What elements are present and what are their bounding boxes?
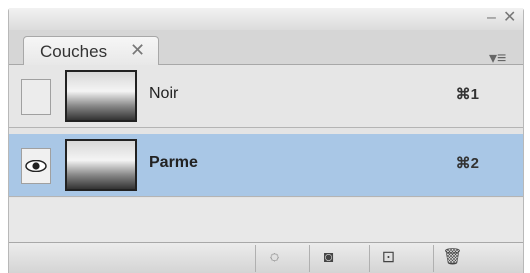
new-channel-icon[interactable]: ⊡ [369, 245, 407, 272]
channels-panel: – ✕ Couches ✕ ▾≡ Noir ⌘1 Parme ⌘2 ◌ ◙ ⊡ … [8, 8, 524, 273]
panel-footer: ◌ ◙ ⊡ 🗑 [9, 242, 523, 273]
layer-thumbnail [65, 139, 137, 191]
layer-shortcut: ⌘2 [455, 155, 479, 172]
save-selection-icon[interactable]: ◙ [309, 245, 347, 272]
minimize-icon[interactable]: – [487, 10, 496, 26]
layers-empty-area [9, 198, 523, 242]
layer-name: Noir [149, 85, 179, 102]
layer-row[interactable]: Noir ⌘1 [9, 65, 523, 128]
tab-strip: Couches ✕ ▾≡ [9, 30, 523, 67]
tab-couches[interactable]: Couches ✕ [23, 36, 159, 65]
panel-titlebar[interactable]: – ✕ [9, 8, 523, 30]
trash-icon[interactable]: 🗑 [433, 245, 471, 272]
layer-row-selected[interactable]: Parme ⌘2 [9, 134, 523, 197]
layer-shortcut: ⌘1 [455, 86, 479, 103]
visibility-toggle[interactable] [21, 79, 51, 115]
layer-name: Parme [149, 154, 198, 171]
dotted-circle-icon[interactable]: ◌ [255, 245, 293, 272]
close-icon[interactable]: ✕ [130, 40, 145, 61]
visibility-toggle[interactable] [21, 148, 51, 184]
eye-icon [25, 160, 47, 172]
close-panel-icon[interactable]: ✕ [503, 10, 516, 26]
tab-label: Couches [40, 42, 108, 61]
layer-thumbnail [65, 70, 137, 122]
